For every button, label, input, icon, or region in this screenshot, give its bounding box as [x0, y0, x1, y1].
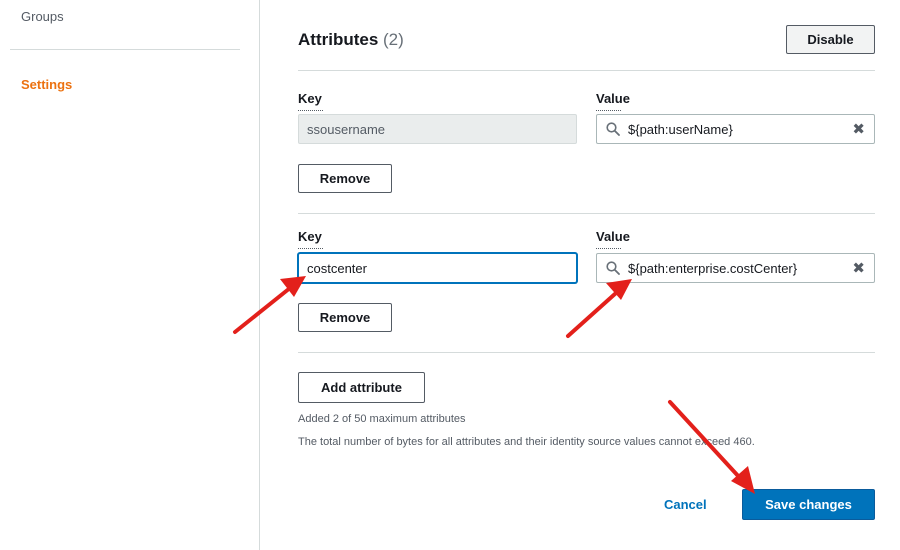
- remove-button[interactable]: Remove: [298, 303, 392, 332]
- limit-note: Added 2 of 50 maximum attributes: [298, 413, 466, 425]
- sidebar-divider: [10, 49, 240, 50]
- value-field-2[interactable]: ${path:enterprise.costCenter} ✖: [596, 253, 875, 283]
- sidebar: Groups Settings: [0, 0, 260, 550]
- clear-icon[interactable]: ✖: [852, 120, 865, 138]
- key-field-1[interactable]: [298, 114, 577, 144]
- search-icon: [606, 261, 620, 275]
- key-label: Key: [298, 91, 323, 111]
- add-attribute-button[interactable]: Add attribute: [298, 372, 425, 403]
- search-icon: [606, 122, 620, 136]
- sidebar-item-groups[interactable]: Groups: [21, 9, 64, 24]
- remove-button[interactable]: Remove: [298, 164, 392, 193]
- sidebar-item-settings[interactable]: Settings: [21, 77, 72, 92]
- value-text: ${path:userName}: [628, 122, 733, 137]
- section-title-text: Attributes: [298, 30, 379, 49]
- attribute-count: (2): [383, 30, 404, 49]
- attributes-panel: Attributes (2) Disable Key Value ${path:…: [260, 0, 900, 550]
- key-field-2[interactable]: [298, 253, 577, 283]
- bytes-note: The total number of bytes for all attrib…: [298, 436, 755, 448]
- value-label: Value: [596, 91, 630, 111]
- divider: [298, 352, 875, 353]
- divider: [298, 70, 875, 71]
- divider: [298, 213, 875, 214]
- key-label: Key: [298, 229, 323, 249]
- save-changes-button[interactable]: Save changes: [742, 489, 875, 520]
- clear-icon[interactable]: ✖: [852, 259, 865, 277]
- cancel-link[interactable]: Cancel: [664, 497, 707, 512]
- value-label: Value: [596, 229, 630, 249]
- value-text: ${path:enterprise.costCenter}: [628, 261, 798, 276]
- section-title: Attributes (2): [298, 30, 404, 50]
- disable-button[interactable]: Disable: [786, 25, 875, 54]
- value-field-1[interactable]: ${path:userName} ✖: [596, 114, 875, 144]
